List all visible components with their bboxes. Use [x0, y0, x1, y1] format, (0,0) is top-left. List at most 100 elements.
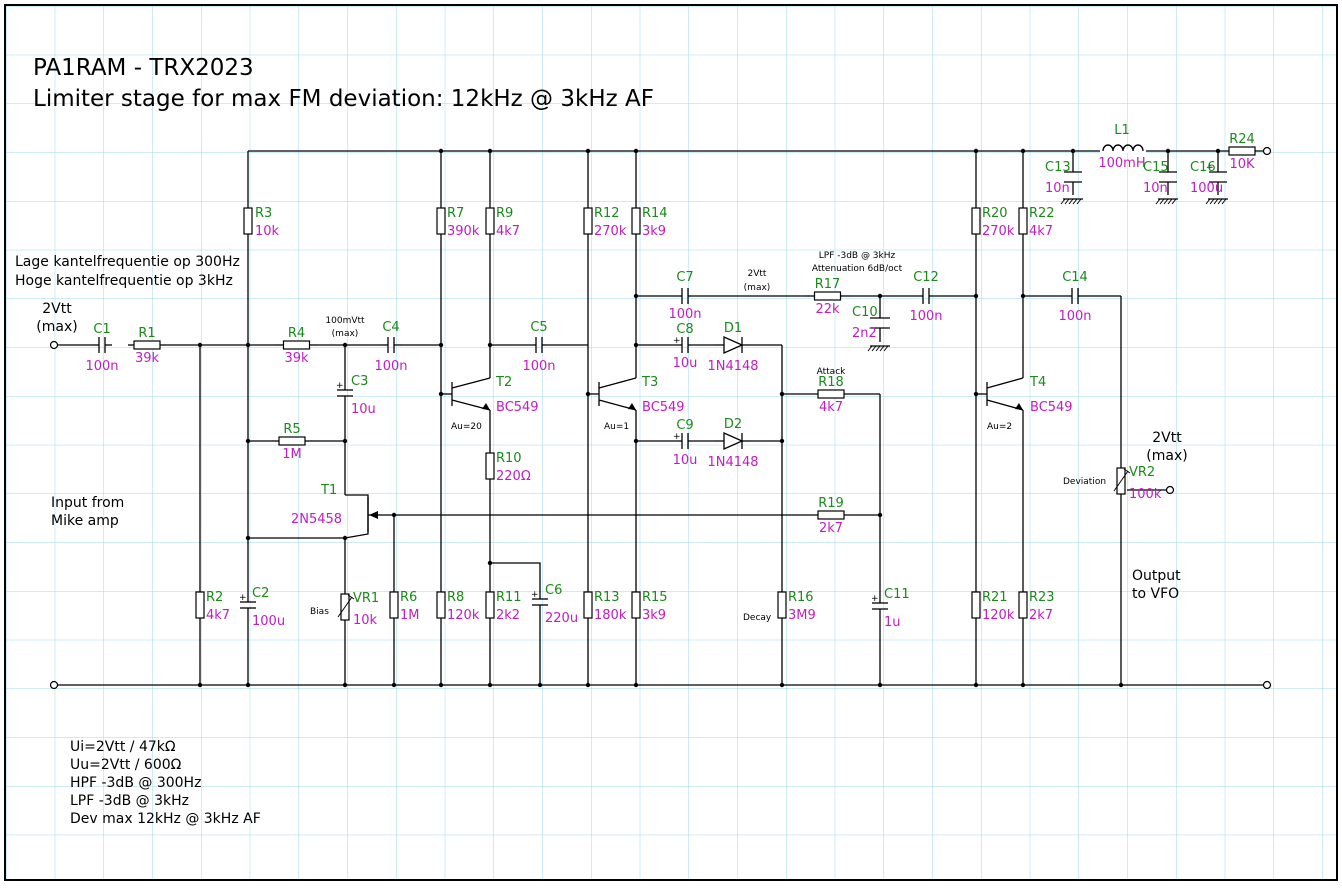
- c5-value: 100n: [522, 359, 555, 374]
- lpf-note-1: LPF -3dB @ 3kHz: [819, 251, 896, 261]
- c1-ref: C1: [93, 322, 110, 337]
- deviation-label: Deviation: [1063, 477, 1106, 487]
- schematic-canvas: C1 100n R1 39k R4 39k C4 100n C5 100n C7 100n R17 22k…: [0, 0, 1342, 884]
- r11-value: 2k2: [496, 608, 520, 623]
- r8-value: 120k: [447, 608, 480, 623]
- c14-value: 100n: [1058, 309, 1091, 324]
- c10-ref: C10: [852, 305, 878, 320]
- r17-ref: R17: [815, 277, 841, 292]
- r24-ref: R24: [1229, 132, 1255, 147]
- r13-value: 180k: [594, 608, 627, 623]
- c12-value: 100n: [909, 309, 942, 324]
- t1-ref: T1: [320, 483, 337, 498]
- t4-value: BC549: [1030, 400, 1073, 415]
- c11-value: 1u: [884, 615, 901, 630]
- r19-ref: R19: [818, 496, 844, 511]
- c4-value: 100n: [374, 359, 407, 374]
- c3-value: 10u: [351, 402, 376, 417]
- c15-value: 10n: [1143, 181, 1168, 196]
- r5-ref: R5: [283, 422, 300, 437]
- d2-ref: D2: [724, 417, 742, 432]
- input-terminal: [49, 340, 59, 350]
- vr1-value: 10k: [353, 613, 378, 628]
- r5-value: 1M: [282, 447, 302, 462]
- t3-value: BC549: [642, 400, 685, 415]
- r1-ref: R1: [138, 326, 155, 341]
- c4-ref: C4: [382, 320, 399, 335]
- polarity-mark: +: [239, 593, 247, 603]
- c15-ref: C15: [1143, 160, 1169, 175]
- t4-ref: T4: [1029, 375, 1046, 390]
- summary-line: HPF -3dB @ 300Hz: [70, 775, 201, 791]
- gain-t4: Au=2: [987, 422, 1012, 432]
- r21-ref: R21: [982, 590, 1008, 605]
- r12-ref: R12: [594, 206, 620, 221]
- gain-t2: Au=20: [451, 422, 482, 432]
- c2-ref: C2: [252, 586, 269, 601]
- c13-value: 10n: [1045, 181, 1070, 196]
- d1-value: 1N4148: [707, 359, 758, 374]
- output-terminal: [1165, 485, 1175, 495]
- r10-ref: R10: [496, 451, 522, 466]
- t3-ref: T3: [641, 375, 658, 390]
- r8-ref: R8: [447, 590, 464, 605]
- r10-value: 220Ω: [496, 469, 531, 484]
- c1-value: 100n: [85, 359, 118, 374]
- r6-ref: R6: [400, 590, 417, 605]
- c14-ref: C14: [1062, 270, 1088, 285]
- c6-value: 220u: [545, 611, 578, 626]
- c7-ref: C7: [676, 270, 693, 285]
- d1-ref: D1: [724, 321, 742, 336]
- gnd-terminal-left: [49, 680, 59, 690]
- c7-level-max: (max): [744, 283, 771, 293]
- gnd-terminal-right: [1262, 680, 1272, 690]
- r18-ref: R18: [818, 375, 844, 390]
- d2-value: 1N4148: [707, 455, 758, 470]
- r2-ref: R2: [206, 590, 223, 605]
- polarity-mark: +: [336, 381, 344, 391]
- r15-value: 3k9: [642, 608, 666, 623]
- c2-value: 100u: [252, 614, 285, 629]
- input-level-max: (max): [36, 319, 77, 335]
- supply-terminal: [1262, 146, 1272, 156]
- input-from-2: Mike amp: [51, 513, 119, 529]
- r14-ref: R14: [642, 206, 668, 221]
- r4-ref: R4: [288, 326, 305, 341]
- c6-ref: C6: [545, 583, 562, 598]
- title-line-2: Limiter stage for max FM deviation: 12kH…: [33, 86, 654, 112]
- r24-value: 10K: [1229, 157, 1255, 172]
- input-from-1: Input from: [51, 495, 124, 511]
- r1-value: 39k: [135, 351, 160, 366]
- r20-value: 270k: [982, 224, 1015, 239]
- r12-value: 270k: [594, 224, 627, 239]
- t2-value: BC549: [496, 400, 539, 415]
- r16-value: 3M9: [788, 608, 816, 623]
- summary-line: Uu=2Vtt / 600Ω: [70, 757, 182, 773]
- input-level: 2Vtt: [42, 301, 72, 317]
- r19-value: 2k7: [819, 521, 843, 536]
- output-label-2: to VFO: [1132, 586, 1179, 602]
- output-label-1: Output: [1132, 568, 1181, 584]
- t1-value: 2N5458: [291, 512, 342, 527]
- c9-ref: C9: [676, 418, 693, 433]
- r17-value: 22k: [815, 302, 840, 317]
- summary-line: LPF -3dB @ 3kHz: [70, 793, 189, 809]
- mid-level: 100mVtt: [325, 316, 365, 326]
- gain-t3: Au=1: [604, 422, 629, 432]
- resistor-r24: R24 10K: [1228, 132, 1256, 172]
- c3-ref: C3: [351, 374, 368, 389]
- r23-value: 2k7: [1029, 608, 1053, 623]
- decay-label: Decay: [743, 613, 772, 623]
- c13-ref: C13: [1045, 160, 1071, 175]
- polarity-mark: +: [673, 336, 681, 346]
- r22-ref: R22: [1029, 206, 1055, 221]
- r21-value: 120k: [982, 608, 1015, 623]
- vr1-ref: VR1: [353, 591, 379, 606]
- r4-value: 39k: [284, 351, 309, 366]
- filter-note-1: Lage kantelfrequentie op 300Hz: [15, 254, 240, 270]
- c9-value: 10u: [673, 453, 698, 468]
- l1-ref: L1: [1114, 123, 1130, 138]
- resistor-r19: R19 2k7: [817, 496, 845, 536]
- c16-value: 100u: [1190, 181, 1223, 196]
- resistor-r18: R18 4k7: [817, 375, 845, 415]
